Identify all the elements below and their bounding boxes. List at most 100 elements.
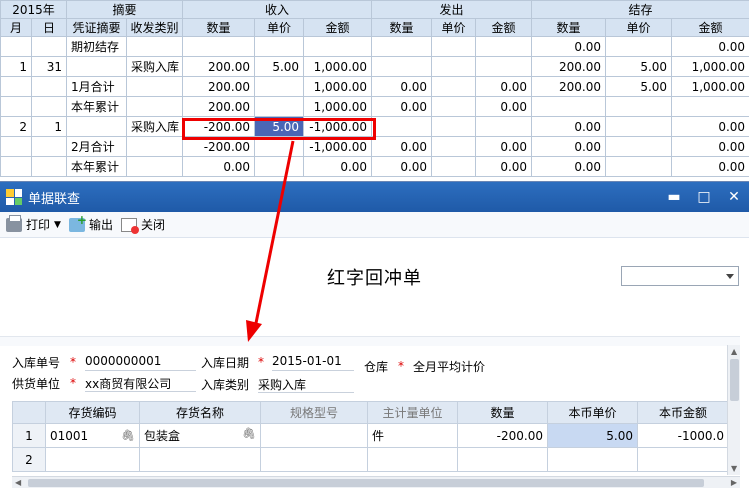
scroll-down-icon[interactable]: ▼ <box>731 464 737 473</box>
cell-day[interactable] <box>30 136 68 157</box>
cell-out-qty[interactable] <box>371 116 433 137</box>
ledger-row[interactable]: 2月合计 -200.00 -1,000.00 0.00 0.00 0.00 0.… <box>0 136 749 157</box>
cell-in-amount[interactable]: 1,000.00 <box>303 56 373 77</box>
cell-bal-qty[interactable] <box>531 96 607 117</box>
cell-in-qty[interactable]: -200.00 <box>182 116 256 137</box>
cell-month[interactable] <box>0 156 32 177</box>
cell-in-price[interactable] <box>254 136 305 157</box>
cell-in-amount[interactable] <box>303 36 373 57</box>
cell-month[interactable] <box>0 76 32 97</box>
supplier-field[interactable]: xx商贸有限公司 <box>85 375 196 392</box>
cell-in-amount[interactable]: 0.00 <box>303 156 373 177</box>
cell-day[interactable] <box>30 96 68 117</box>
cell-out-amount[interactable] <box>475 56 533 77</box>
cell-in-qty[interactable]: 0.00 <box>182 156 256 177</box>
cell-type[interactable]: 采购入库 <box>126 116 184 137</box>
cell-in-amount[interactable]: -1,000.00 <box>303 136 373 157</box>
cell-in-qty[interactable]: 200.00 <box>182 56 256 77</box>
scroll-right-icon[interactable]: ▶ <box>731 478 737 487</box>
cell-voucher[interactable] <box>66 56 128 77</box>
cell-bal-amount[interactable] <box>671 96 749 117</box>
cell-bal-qty[interactable]: 200.00 <box>531 76 607 97</box>
cell-qty[interactable]: -200.00 <box>457 423 548 448</box>
cell-type[interactable] <box>126 36 184 57</box>
cell-out-qty[interactable]: 0.00 <box>371 96 433 117</box>
cell-unit[interactable]: 件 <box>367 423 458 448</box>
close-window-button[interactable]: ✕ <box>719 182 749 212</box>
vertical-scrollbar[interactable]: ▲ ▼ <box>727 345 740 475</box>
cell-month[interactable] <box>0 136 32 157</box>
cell-day[interactable] <box>30 156 68 177</box>
cell-bal-qty[interactable]: 0.00 <box>531 156 607 177</box>
cell-day[interactable]: 1 <box>30 116 68 137</box>
print-button[interactable]: 打印 ▼ <box>6 214 61 233</box>
cell-bal-price[interactable] <box>605 96 673 117</box>
cell-in-price[interactable] <box>254 156 305 177</box>
cell-bal-price[interactable] <box>605 116 673 137</box>
horizontal-scrollbar[interactable]: ◀ ▶ <box>12 476 740 488</box>
cell-bal-qty[interactable]: 0.00 <box>531 116 607 137</box>
cell-bal-price[interactable]: 5.00 <box>605 76 673 97</box>
cell-bal-amount[interactable]: 1,000.00 <box>671 56 749 77</box>
ledger-row[interactable]: 本年累计 0.00 0.00 0.00 0.00 0.00 0.00 <box>0 156 749 177</box>
cell-spec[interactable] <box>260 423 368 448</box>
cell-voucher[interactable] <box>66 116 128 137</box>
cell-out-price[interactable] <box>431 36 477 57</box>
cell-bal-qty[interactable]: 0.00 <box>531 136 607 157</box>
warehouse-field[interactable]: 全月平均计价 <box>413 358 485 375</box>
cell-voucher[interactable]: 2月合计 <box>66 136 128 157</box>
cell-out-qty[interactable] <box>371 36 433 57</box>
cell-amount[interactable]: -1000.0 <box>637 423 729 448</box>
cell-out-qty[interactable] <box>371 56 433 77</box>
cell-bal-amount[interactable]: 0.00 <box>671 36 749 57</box>
cell-type[interactable] <box>126 96 184 117</box>
cell-item-code[interactable]: 01001 🖇 <box>45 423 140 448</box>
cell-type[interactable] <box>126 156 184 177</box>
cell-out-price[interactable] <box>431 116 477 137</box>
cell-bal-qty[interactable]: 0.00 <box>531 36 607 57</box>
cell-spec[interactable] <box>260 447 368 472</box>
cell-out-amount[interactable] <box>475 36 533 57</box>
cell-bal-price[interactable] <box>605 156 673 177</box>
vertical-scroll-thumb[interactable] <box>730 359 739 401</box>
cell-in-amount[interactable]: 1,000.00 <box>303 76 373 97</box>
cell-qty[interactable] <box>457 447 548 472</box>
cell-bal-amount[interactable]: 0.00 <box>671 116 749 137</box>
cell-type[interactable]: 采购入库 <box>126 56 184 77</box>
cell-out-amount[interactable]: 0.00 <box>475 96 533 117</box>
template-select[interactable] <box>621 266 739 286</box>
cell-month[interactable] <box>0 36 32 57</box>
cell-out-price[interactable] <box>431 136 477 157</box>
cell-unit[interactable] <box>367 447 458 472</box>
ledger-row[interactable]: 2 1 采购入库 -200.00 5.00 -1,000.00 0.00 0.0… <box>0 116 749 137</box>
cell-voucher[interactable]: 1月合计 <box>66 76 128 97</box>
chevron-down-icon[interactable]: ▼ <box>54 220 61 230</box>
cell-amount[interactable] <box>637 447 729 472</box>
cell-day[interactable] <box>30 76 68 97</box>
maximize-button[interactable]: □ <box>689 182 719 212</box>
cell-bal-qty[interactable]: 200.00 <box>531 56 607 77</box>
cell-out-qty[interactable]: 0.00 <box>371 156 433 177</box>
cell-in-qty[interactable]: 200.00 <box>182 96 256 117</box>
cell-bal-price[interactable] <box>605 136 673 157</box>
cell-in-price-selected[interactable]: 5.00 <box>254 116 305 137</box>
cell-bal-amount[interactable]: 1,000.00 <box>671 76 749 97</box>
ledger-row[interactable]: 1 31 采购入库 200.00 5.00 1,000.00 200.00 5.… <box>0 56 749 77</box>
cell-item-name[interactable]: 包装盒 🖇 <box>139 423 261 448</box>
cell-out-amount[interactable]: 0.00 <box>475 136 533 157</box>
cell-out-price[interactable] <box>431 56 477 77</box>
cell-voucher[interactable]: 本年累计 <box>66 156 128 177</box>
cell-in-qty[interactable]: 200.00 <box>182 76 256 97</box>
dialog-titlebar[interactable]: 单据联查 ▬ □ ✕ <box>0 182 749 212</box>
cell-month[interactable] <box>0 96 32 117</box>
cell-in-qty[interactable] <box>182 36 256 57</box>
col-unit[interactable]: 主计量单位 <box>367 401 458 424</box>
grid-row[interactable]: 2 <box>12 447 729 472</box>
cell-in-price[interactable] <box>254 96 305 117</box>
date-field[interactable]: 2015-01-01 <box>272 354 354 371</box>
cell-bal-price[interactable]: 5.00 <box>605 56 673 77</box>
cell-item-code[interactable] <box>45 447 140 472</box>
ledger-row[interactable]: 1月合计 200.00 1,000.00 0.00 0.00 200.00 5.… <box>0 76 749 97</box>
cell-unit-price[interactable]: 5.00 <box>547 423 638 448</box>
receipt-no-field[interactable]: 0000000001 <box>85 354 196 371</box>
